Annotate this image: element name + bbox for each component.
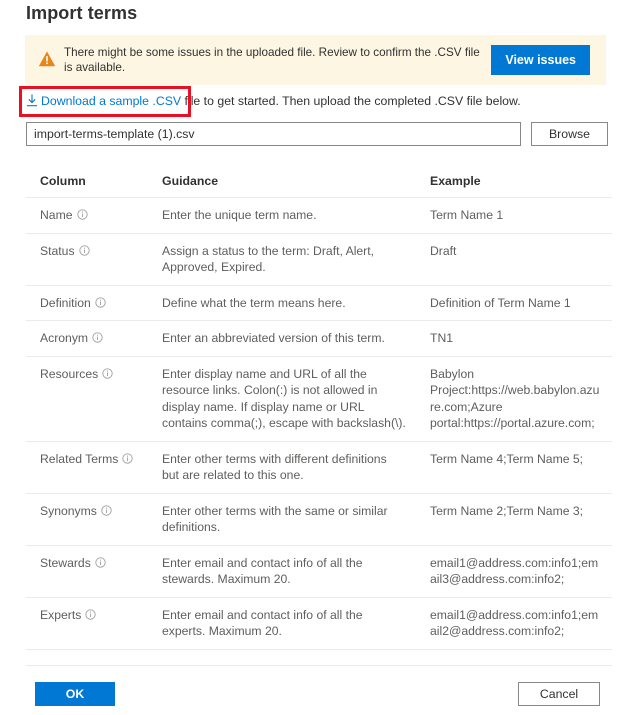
row-column-label: Definition [40, 295, 91, 310]
browse-button[interactable]: Browse [531, 122, 608, 146]
download-sample-csv-link[interactable]: Download a sample .CSV [41, 94, 181, 108]
info-circle-icon[interactable] [102, 367, 113, 379]
table-header-row: Column Guidance Example [26, 168, 612, 198]
row-guidance-cell: Enter display name and URL of all the re… [148, 356, 416, 442]
row-example-cell[interactable]: Babylon Project:https://web.babylon.azur… [416, 356, 612, 442]
row-column-cell: Name [26, 197, 148, 234]
row-column-cell: Resources [26, 356, 148, 442]
row-guidance-cell: Define what the term means here. [148, 285, 416, 321]
file-name-input[interactable] [26, 122, 521, 146]
download-instruction-text: file to get started. Then upload the com… [181, 94, 521, 108]
row-guidance-cell: Enter other terms with different definit… [148, 441, 416, 494]
view-issues-button[interactable]: View issues [491, 45, 590, 75]
info-circle-icon[interactable] [85, 608, 96, 620]
table-row: Experts Enter email and contact info of a… [26, 597, 612, 650]
page-title: Import terms [26, 3, 138, 23]
warning-triangle-icon [38, 50, 56, 68]
file-picker-row: Browse [26, 122, 608, 146]
info-circle-icon[interactable] [95, 556, 106, 568]
row-column-label: Resources [40, 366, 99, 381]
table-row: Definition Define what the term means her… [26, 285, 612, 321]
info-circle-icon[interactable] [92, 331, 103, 343]
row-example-cell[interactable]: TN1 [416, 320, 612, 357]
table-row: Synonyms Enter other terms with the same … [26, 493, 612, 546]
row-column-label: Name [40, 208, 73, 222]
row-column-label: Related Terms [40, 451, 119, 466]
row-example-cell[interactable]: email1@address.com:info1;email2@address.… [416, 597, 612, 650]
ok-button[interactable]: OK [35, 682, 115, 706]
info-circle-icon[interactable] [122, 452, 134, 464]
header-column: Column [26, 168, 148, 198]
row-column-cell: Synonyms [26, 493, 148, 546]
row-guidance-cell: Enter email and contact info of all the … [148, 597, 416, 650]
row-example-cell[interactable]: email1@address.com:info1;email3@address.… [416, 545, 612, 598]
row-example-cell[interactable]: Term Name 4;Term Name 5; [416, 441, 612, 494]
row-guidance-cell: Assign a status to the term: Draft, Aler… [148, 233, 416, 286]
table-row: Status Assign a status to the term: Draft… [26, 233, 612, 286]
row-column-label: Acronym [40, 331, 89, 345]
row-guidance-cell: Enter the unique term name. [148, 197, 416, 234]
row-guidance-cell: Enter an abbreviated version of this ter… [148, 320, 416, 357]
row-column-label: Status [40, 243, 75, 258]
download-sample-line: Download a sample .CSV file to get start… [26, 93, 521, 110]
header-guidance: Guidance [148, 168, 416, 198]
row-example-cell[interactable]: Definition of Term Name 1 [416, 285, 612, 321]
info-circle-icon[interactable] [76, 208, 88, 220]
table-row: Name Enter the unique term name. Term Name… [26, 197, 612, 234]
footer-divider [26, 665, 612, 666]
row-column-label: Stewards [40, 555, 91, 570]
row-column-label: Experts [40, 607, 82, 622]
row-column-cell: Related Terms [26, 441, 148, 494]
info-circle-icon[interactable] [78, 244, 90, 256]
import-guidance-table: Column Guidance Example Name Enter the un… [26, 168, 612, 650]
table-row: Stewards Enter email and contact info of … [26, 545, 612, 598]
table-row: Acronym Enter an abbreviated version of t… [26, 320, 612, 357]
info-circle-icon[interactable] [101, 504, 112, 516]
row-column-cell: Stewards [26, 545, 148, 598]
table-row: Related Terms Enter other terms with diff… [26, 441, 612, 494]
row-example-cell[interactable]: Term Name 2;Term Name 3; [416, 493, 612, 546]
cancel-button[interactable]: Cancel [518, 682, 600, 706]
row-example-cell[interactable]: Draft [416, 233, 612, 286]
row-column-label: Synonyms [40, 503, 97, 518]
table-row: Resources Enter display name and URL of a… [26, 356, 612, 442]
row-column-cell: Experts [26, 597, 148, 650]
row-column-cell: Acronym [26, 320, 148, 357]
row-guidance-cell: Enter other terms with the same or simil… [148, 493, 416, 546]
info-circle-icon[interactable] [95, 296, 106, 308]
row-example-cell[interactable]: Term Name 1 [416, 197, 612, 234]
warning-message: There might be some issues in the upload… [64, 45, 480, 75]
row-column-cell: Status [26, 233, 148, 286]
row-column-cell: Definition [26, 285, 148, 321]
download-arrow-icon [26, 94, 38, 107]
warning-banner: There might be some issues in the upload… [25, 35, 606, 85]
row-guidance-cell: Enter email and contact info of all the … [148, 545, 416, 598]
header-example: Example [416, 168, 612, 198]
